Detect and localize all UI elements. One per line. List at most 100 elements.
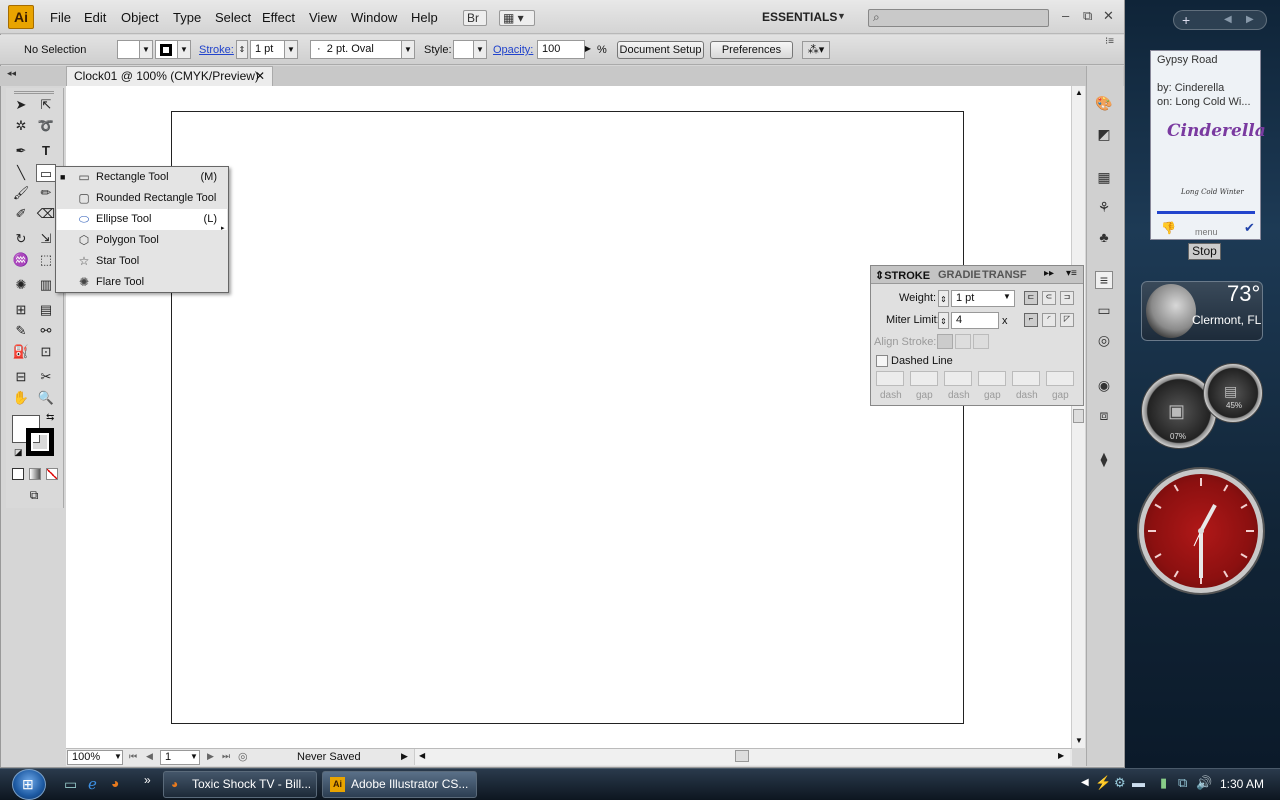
stroke-swatch-dropdown[interactable]: ▼ [177,40,191,59]
dash-field-3[interactable] [1012,371,1040,386]
collapse-toolbox-icon[interactable]: ◂◂ [7,68,16,79]
butt-cap-button[interactable]: ⊏ [1024,291,1038,305]
brushes-panel-icon[interactable]: ⚘ [1095,199,1113,217]
fill-swatch[interactable] [117,40,141,59]
memory-gauge[interactable]: ▤ 45% [1203,363,1263,423]
close-tab-icon[interactable]: ✕ [255,67,265,86]
blob-brush-tool-icon[interactable]: ✐ [11,205,31,223]
flyout-flare-tool[interactable]: ✺ Flare Tool [57,272,227,293]
bevel-join-button[interactable]: ◸ [1060,313,1074,327]
clock-time[interactable]: 1:30 AM [1220,777,1264,791]
stroke-weight-stepper[interactable]: ⇕ [236,40,248,59]
network-connection-icon[interactable]: ⧉ [1178,775,1187,791]
menu-window[interactable]: Window [351,10,397,25]
color-mode-button[interactable] [12,468,24,480]
add-gadget-icon[interactable]: + [1182,12,1190,28]
show-desktop-icon[interactable]: ▭ [64,776,77,793]
opacity-label[interactable]: Opacity: [493,44,533,56]
appearance-panel-icon[interactable]: ◉ [1095,377,1113,395]
horizontal-scrollbar[interactable]: ◀ ▶ [414,749,1070,765]
gradient-mode-button[interactable] [29,468,41,480]
gap-field-2[interactable] [978,371,1006,386]
stroke-weight-field[interactable]: 1 pt [250,40,286,59]
panel-collapse-icon[interactable]: ▸▸ [1044,268,1054,279]
power-tray-icon[interactable]: ▮ [1160,775,1167,791]
stroke-label[interactable]: Stroke: [199,44,234,56]
style-swatch[interactable] [453,40,475,59]
display-tray-icon[interactable]: ▬ [1132,775,1145,790]
bluetooth-tray-icon[interactable]: ⚡ [1095,775,1111,791]
menu-select[interactable]: Select [215,10,251,25]
round-join-button[interactable]: ◜ [1042,313,1056,327]
flyout-star-tool[interactable]: ☆ Star Tool [57,251,227,272]
blend-tool-icon[interactable]: ⚯ [36,322,56,340]
default-fill-stroke-icon[interactable]: ◪ [14,447,23,458]
color-guide-panel-icon[interactable]: ◩ [1095,126,1113,144]
projecting-cap-button[interactable]: ⊐ [1060,291,1074,305]
first-artboard-icon[interactable]: ⏮ [129,751,137,762]
menu-view[interactable]: View [309,10,337,25]
menu-file[interactable]: File [50,10,71,25]
warp-tool-icon[interactable]: ♒ [11,251,31,269]
stroke-color-swatch[interactable] [26,428,54,456]
miter-stepper[interactable]: ⇕ [938,312,949,329]
flyout-ellipse-tool[interactable]: ⬭ Ellipse Tool (L) [57,209,227,230]
pen-tool-icon[interactable]: ✒ [11,142,31,160]
menu-button[interactable]: menu [1195,227,1218,237]
opacity-slider-arrow[interactable]: ▶ [582,40,594,59]
align-inside-button[interactable] [955,334,971,349]
artboard-dropdown-icon[interactable]: ▼ [190,752,198,761]
miter-limit-field[interactable]: 4 [951,312,999,329]
stroke-panel-icon[interactable]: ≡ [1095,271,1113,289]
dashed-line-checkbox[interactable] [876,355,888,367]
thumbs-down-icon[interactable]: 👎 [1161,221,1176,235]
zoom-tool-icon[interactable]: 🔍 [36,389,56,407]
last-artboard-icon[interactable]: ⏭ [222,751,230,762]
round-cap-button[interactable]: ⊂ [1042,291,1056,305]
tab-stroke[interactable]: ⇕STROKE [875,269,930,282]
scroll-up-icon[interactable]: ▲ [1075,88,1083,97]
hand-tool-icon[interactable]: ✋ [11,389,31,407]
slice-tool-icon[interactable]: ✂ [36,368,56,386]
arrange-documents-button[interactable]: ▦ ▾ [499,10,535,26]
stroke-weight-dropdown[interactable]: ▼ [284,40,298,59]
preferences-button[interactable]: Preferences [710,41,793,59]
pencil-tool-icon[interactable]: ✏ [36,184,56,202]
weight-stepper[interactable]: ⇕ [938,290,949,307]
menu-object[interactable]: Object [121,10,159,25]
vertical-scroll-thumb[interactable] [1073,409,1084,423]
next-artboard-icon[interactable]: ▶ [207,751,214,762]
taskbar-task-illustrator[interactable]: Ai Adobe Illustrator CS... [322,771,477,798]
paintbrush-tool-icon[interactable]: 🖌 [11,184,31,202]
align-outside-button[interactable] [973,334,989,349]
tearoff-arrow-icon[interactable]: ▸ [221,224,225,232]
flyout-rounded-rectangle-tool[interactable]: ▢ Rounded Rectangle Tool [57,188,227,209]
status-options-icon[interactable]: ◎ [238,750,248,763]
zoom-dropdown-icon[interactable]: ▼ [114,752,122,761]
mesh-tool-icon[interactable]: ⊞ [11,301,31,319]
live-paint-bucket-tool-icon[interactable]: ⛽ [11,343,31,361]
toolbox-grip[interactable] [14,91,54,94]
align-center-button[interactable] [937,334,953,349]
workspace-dropdown-icon[interactable]: ▼ [837,11,846,21]
swatches-panel-icon[interactable]: ▦ [1095,169,1113,187]
gradient-panel-icon[interactable]: ▭ [1095,302,1113,320]
flyout-polygon-tool[interactable]: ⬡ Polygon Tool [57,230,227,251]
sidebar-controls[interactable]: + ◀ ▶ [1173,10,1267,30]
eyedropper-tool-icon[interactable]: ✎ [11,322,31,340]
horizontal-scroll-thumb[interactable] [735,750,749,762]
help-search-input[interactable]: ⌕ [868,9,1049,27]
control-panel-menu-icon[interactable]: ⁝≡ [1105,36,1114,47]
document-tab[interactable]: Clock01 @ 100% (CMYK/Preview) ✕ [66,66,273,86]
menu-effect[interactable]: Effect [262,10,295,25]
none-mode-button[interactable] [46,468,58,480]
song-progress-bar[interactable] [1157,211,1255,214]
firefox-icon[interactable]: ◕ [111,775,119,791]
dash-field-2[interactable] [944,371,972,386]
free-transform-tool-icon[interactable]: ⬚ [36,251,56,269]
gradient-tool-icon[interactable]: ▤ [36,301,56,319]
scroll-right-icon[interactable]: ▶ [1058,751,1064,760]
vertical-scrollbar[interactable]: ▲ ▼ [1071,86,1085,748]
color-panel-icon[interactable]: 🎨 [1095,95,1113,113]
document-setup-button[interactable]: Document Setup [617,41,704,59]
